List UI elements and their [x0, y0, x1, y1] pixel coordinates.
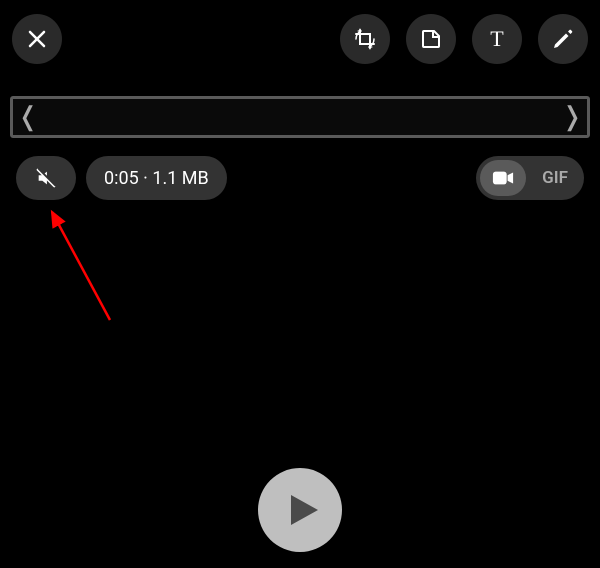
crop-rotate-icon	[353, 27, 377, 51]
trim-handle-right[interactable]: ❭	[559, 102, 585, 132]
info-row: 0:05 · 1.1 MB GIF	[16, 156, 584, 200]
crop-rotate-button[interactable]	[340, 14, 390, 64]
annotation-arrow	[40, 200, 120, 330]
sticker-button[interactable]	[406, 14, 456, 64]
pencil-icon	[551, 27, 575, 51]
sticker-icon	[419, 27, 443, 51]
close-button[interactable]	[12, 14, 62, 64]
toggle-video[interactable]	[480, 160, 526, 196]
gif-label: GIF	[542, 168, 568, 188]
duration-size-pill: 0:05 · 1.1 MB	[86, 156, 227, 200]
close-icon	[25, 27, 49, 51]
mute-button[interactable]	[16, 156, 76, 200]
trim-handle-left[interactable]: ❬	[15, 102, 41, 132]
video-gif-toggle[interactable]: GIF	[476, 156, 584, 200]
video-trim-bar[interactable]: ❬ ❭	[10, 96, 590, 138]
top-right-tools: T	[340, 14, 588, 64]
toggle-gif[interactable]: GIF	[530, 160, 580, 196]
draw-button[interactable]	[538, 14, 588, 64]
speaker-muted-icon	[35, 167, 57, 189]
top-toolbar: T	[12, 12, 588, 66]
text-icon-label: T	[490, 26, 503, 52]
play-button[interactable]	[258, 468, 342, 552]
play-icon	[285, 492, 321, 528]
video-camera-icon	[492, 170, 514, 186]
info-left-group: 0:05 · 1.1 MB	[16, 156, 227, 200]
duration-size-text: 0:05 · 1.1 MB	[104, 168, 209, 189]
text-button[interactable]: T	[472, 14, 522, 64]
